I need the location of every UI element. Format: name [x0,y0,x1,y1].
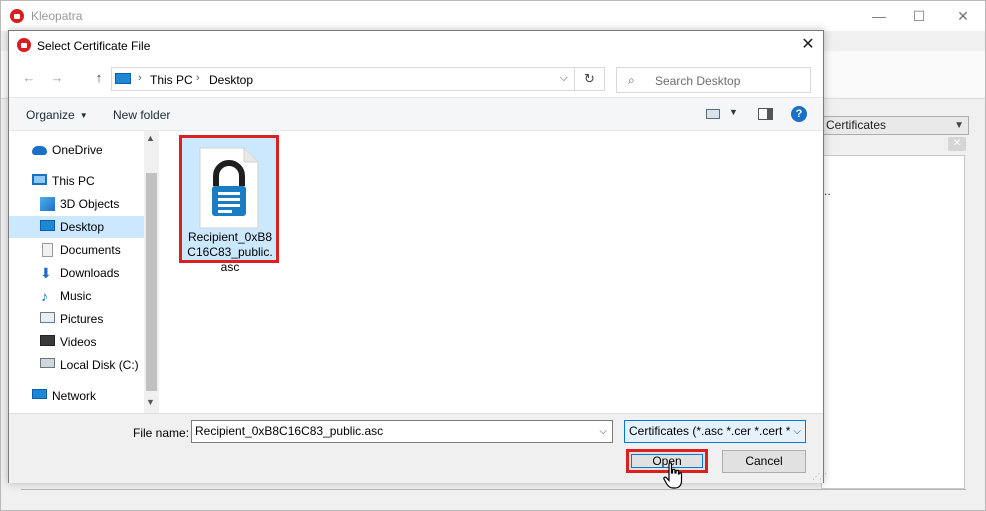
nav-item-music[interactable]: ♪ Music [9,285,144,307]
nav-item-label: Music [60,289,92,303]
file-dialog-footer: File name: Recipient_0xB8C16C83_public.a… [9,413,827,483]
kleopatra-logo-icon [17,38,31,52]
downloads-icon: ⬇ [40,265,52,281]
videos-icon [40,335,55,346]
breadcrumb-desktop[interactable]: Desktop [209,73,253,87]
nav-item-label: Videos [60,335,97,349]
file-list: Recipient_0xB8C16C83_public.asc [159,131,823,413]
this-pc-icon [115,73,131,84]
close-window-icon[interactable]: ✕ [953,6,973,26]
nav-item-this-pc[interactable]: This PC [9,170,144,192]
nav-item-3d-objects[interactable]: 3D Objects [9,193,144,215]
nav-item-videos[interactable]: Videos [9,331,144,353]
this-pc-icon [32,174,47,185]
nav-item-documents[interactable]: Documents [9,239,144,261]
file-name-field-label: File name: [133,426,190,440]
nav-item-local-disk[interactable]: Local Disk (C:) [9,354,144,376]
help-icon[interactable]: ? [791,106,807,122]
refresh-button[interactable]: ↻ [575,67,605,91]
scroll-up-icon[interactable]: ▲ [146,133,155,143]
divider [21,489,966,490]
scroll-down-icon[interactable]: ▼ [146,397,155,407]
up-arrow-icon[interactable]: ↑ [91,70,107,86]
pictures-icon [40,312,55,323]
desktop-icon [40,220,55,231]
file-name-value: Recipient_0xB8C16C83_public.asc [195,424,384,438]
breadcrumb-separator: › [196,72,200,84]
chevron-down-icon[interactable]: ▼ [729,107,738,117]
minimize-icon[interactable]: — [869,6,889,26]
nav-item-network[interactable]: Network [9,385,144,407]
navigation-bar: ← → ↑ › This PC › Desktop ⌵ ↻ ⌕ Search D… [9,61,823,97]
kleopatra-title: Kleopatra [31,9,83,23]
navigation-pane: OneDrive This PC 3D Objects Desktop Docu… [9,131,159,413]
search-placeholder: Search Desktop [655,74,741,88]
network-icon [32,389,47,399]
3d-objects-icon [40,197,55,211]
certificate-list[interactable]: .. [821,155,965,489]
scroll-thumb[interactable] [146,173,157,391]
cancel-button[interactable]: Cancel [722,450,806,473]
nav-item-label: Local Disk (C:) [60,358,139,372]
kleopatra-logo-icon [10,9,24,23]
clear-search-icon[interactable]: ✕ [948,137,966,151]
nav-item-label: This PC [52,174,95,188]
chevron-down-icon: ▼ [954,120,964,131]
address-bar[interactable]: › This PC › Desktop ⌵ [111,67,575,91]
search-icon: ⌕ [628,73,635,87]
file-type-value: Certificates (*.asc *.cer *.cert *.c [629,424,800,438]
select-certificate-dialog: Select Certificate File ✕ ← → ↑ › This P… [8,30,827,483]
chevron-down-icon[interactable]: ⌵ [599,421,607,442]
nav-item-label: OneDrive [52,143,103,157]
nav-item-label: Desktop [60,220,105,234]
nav-item-onedrive[interactable]: OneDrive [9,139,144,161]
resize-grip-icon[interactable]: ⋰⋰ [812,472,827,481]
maximize-icon[interactable]: ☐ [909,6,929,26]
change-view-icon[interactable] [706,109,720,119]
address-dropdown-icon[interactable]: ⌵ [560,72,568,85]
nav-item-pictures[interactable]: Pictures [9,308,144,330]
certificate-filter-select[interactable]: Certificates ▼ [821,116,969,135]
nav-item-downloads[interactable]: ⬇ Downloads [9,262,144,284]
organize-button[interactable]: Organize ▼ [26,108,88,122]
music-icon: ♪ [41,288,48,304]
forward-arrow-icon[interactable]: → [49,70,65,86]
nav-item-label: Documents [60,243,121,257]
nav-item-label: Downloads [60,266,120,280]
organize-label: Organize [26,108,75,122]
preview-pane-icon[interactable] [758,108,773,120]
nav-pane-scrollbar[interactable]: ▲ ▼ [144,131,159,413]
nav-item-label: Network [52,389,97,403]
onedrive-icon [32,146,47,155]
local-disk-icon [40,358,55,368]
kleopatra-titlebar: Kleopatra — ☐ ✕ [1,1,985,31]
chevron-down-icon: ▼ [79,111,88,121]
dialog-title: Select Certificate File [37,39,151,53]
close-dialog-button[interactable]: ✕ [798,35,818,55]
certificate-filter-label: Certificates [826,118,887,132]
new-folder-button[interactable]: New folder [113,108,170,122]
mouse-cursor-icon [663,462,683,489]
back-arrow-icon[interactable]: ← [21,70,37,86]
breadcrumb-this-pc[interactable]: This PC [150,73,193,87]
list-overflow-text: .. [824,184,831,198]
breadcrumb-separator: › [138,72,142,84]
nav-item-label: Pictures [60,312,104,326]
documents-icon [42,243,53,257]
dialog-titlebar: Select Certificate File ✕ [9,31,823,61]
search-input[interactable]: ⌕ Search Desktop [616,67,811,93]
nav-item-label: 3D Objects [60,197,120,211]
nav-item-desktop[interactable]: Desktop [9,216,144,238]
annotation-highlight-box [179,135,279,263]
command-bar: Organize ▼ New folder ▼ ? [9,97,823,131]
file-type-select[interactable]: Certificates (*.asc *.cer *.cert *.c ⌵ [624,420,806,443]
file-name-input[interactable]: Recipient_0xB8C16C83_public.asc ⌵ [191,420,613,443]
chevron-down-icon: ⌵ [791,421,801,442]
